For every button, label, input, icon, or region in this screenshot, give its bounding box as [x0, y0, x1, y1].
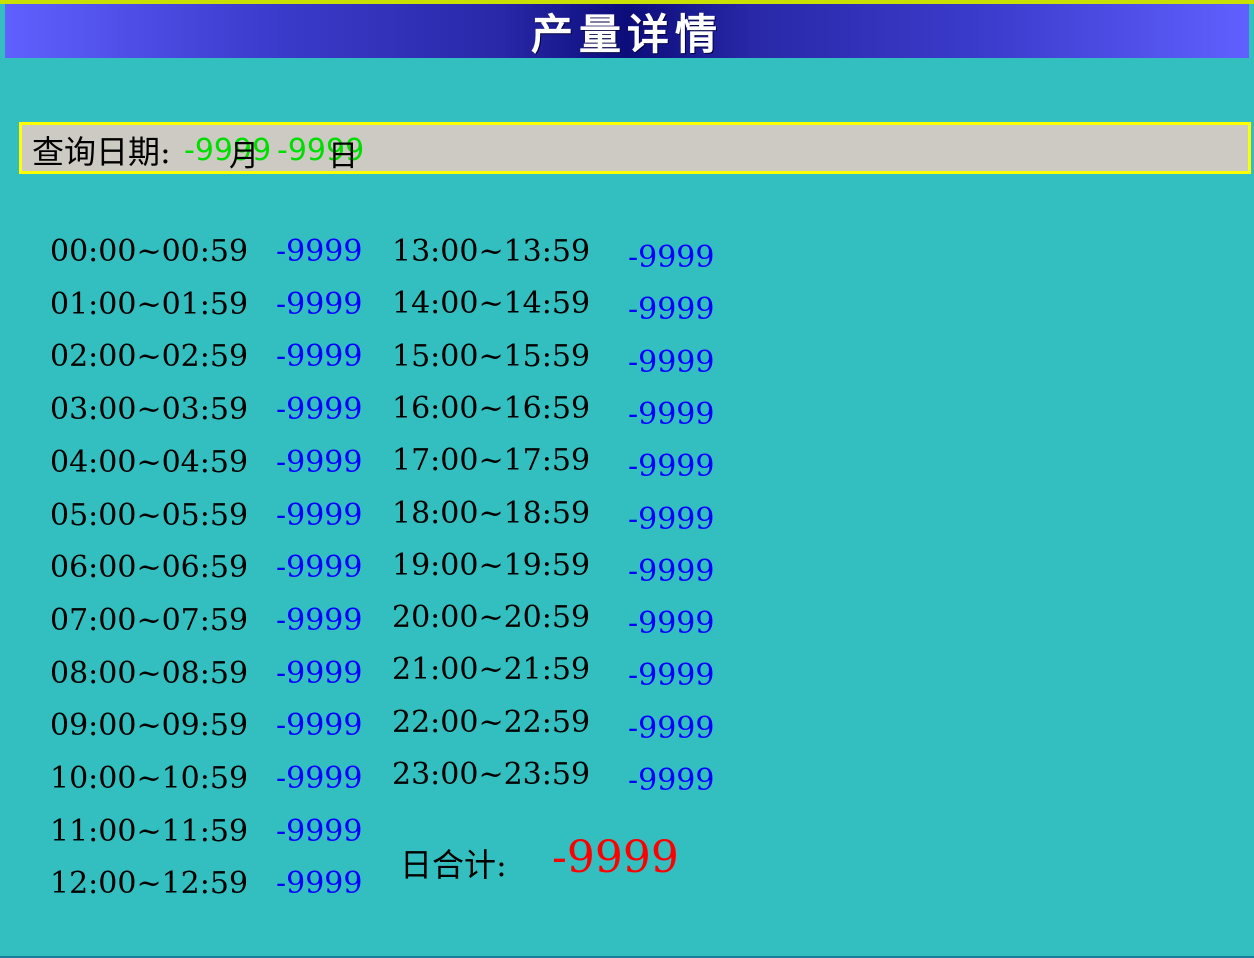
hour-output-value: -9999 — [628, 606, 715, 642]
hour-output-value: -9999 — [276, 234, 363, 269]
title-bar: 产量详情 — [5, 4, 1249, 59]
hour-range-label: 10:00~10:59 — [50, 761, 249, 796]
hour-range-label: 04:00~04:59 — [50, 444, 249, 480]
hour-range-label: 06:00~06:59 — [50, 550, 249, 586]
hour-output-value: -9999 — [276, 286, 363, 322]
hour-output-value: -9999 — [276, 602, 363, 638]
hour-output-value: -9999 — [628, 501, 715, 537]
hour-range-label: 19:00~19:59 — [392, 547, 591, 583]
daily-total-label: 日合计: — [400, 846, 507, 884]
hour-output-value: -9999 — [276, 392, 363, 428]
hour-range-label: 12:00~12:59 — [50, 866, 249, 902]
query-day-unit: 日 — [328, 139, 358, 174]
hour-output-value: -9999 — [628, 344, 715, 380]
hour-range-label: 20:00~20:59 — [392, 600, 591, 636]
hour-range-label: 23:00~23:59 — [392, 757, 591, 792]
hour-range-label: 03:00~03:59 — [50, 392, 249, 428]
query-date-bar: 查询日期: -9999 月 -9999 日 — [19, 122, 1251, 174]
query-date-label: 查询日期: — [32, 133, 171, 171]
hour-output-value: -9999 — [628, 396, 715, 432]
hour-range-label: 17:00~17:59 — [392, 443, 591, 479]
page-title: 产量详情 — [530, 9, 723, 59]
hour-range-label: 11:00~11:59 — [50, 813, 249, 849]
hour-output-value: -9999 — [276, 550, 363, 586]
hour-range-label: 22:00~22:59 — [392, 704, 591, 740]
hour-output-value: -9999 — [276, 655, 363, 691]
hour-range-label: 13:00~13:59 — [392, 234, 591, 269]
hour-output-value: -9999 — [628, 763, 715, 798]
hour-range-label: 14:00~14:59 — [392, 286, 591, 322]
daily-total-value: -9999 — [552, 832, 679, 883]
hour-range-label: 01:00~01:59 — [50, 286, 249, 322]
hour-output-value: -9999 — [276, 444, 363, 480]
hour-output-value: -9999 — [276, 497, 363, 533]
hour-output-value: -9999 — [628, 292, 715, 328]
hour-range-label: 16:00~16:59 — [392, 390, 591, 426]
hour-range-label: 08:00~08:59 — [50, 655, 249, 691]
hour-output-value: -9999 — [276, 708, 363, 744]
hour-range-label: 09:00~09:59 — [50, 708, 249, 744]
hour-range-label: 05:00~05:59 — [50, 497, 249, 533]
hour-range-label: 18:00~18:59 — [392, 495, 591, 531]
hour-output-value: -9999 — [276, 761, 363, 796]
hour-output-value: -9999 — [628, 449, 715, 485]
hour-output-value: -9999 — [276, 866, 363, 902]
hour-range-label: 15:00~15:59 — [392, 338, 591, 374]
hour-range-label: 21:00~21:59 — [392, 652, 591, 688]
hour-output-value: -9999 — [628, 240, 715, 275]
hour-range-label: 07:00~07:59 — [50, 602, 249, 638]
hour-range-label: 00:00~00:59 — [50, 234, 249, 269]
hour-output-value: -9999 — [628, 658, 715, 694]
hour-output-value: -9999 — [628, 710, 715, 746]
hour-output-value: -9999 — [276, 339, 363, 375]
hour-range-label: 02:00~02:59 — [50, 339, 249, 375]
hour-output-value: -9999 — [276, 813, 363, 849]
hour-output-value: -9999 — [628, 553, 715, 589]
query-month-unit: 月 — [229, 139, 259, 174]
